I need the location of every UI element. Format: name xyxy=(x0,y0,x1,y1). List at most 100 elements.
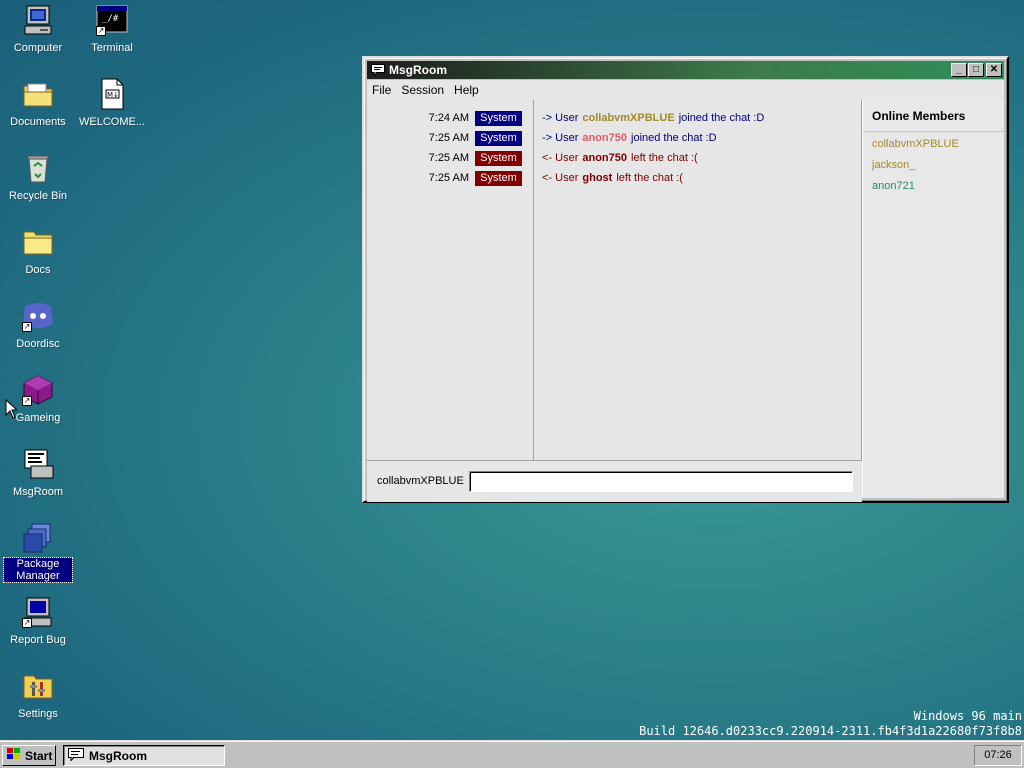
shortcut-arrow-icon: ↗ xyxy=(22,618,32,628)
menu-file[interactable]: File xyxy=(367,83,396,97)
folder-documents-icon xyxy=(22,78,54,110)
taskbar-item-msgroom[interactable]: MsgRoom xyxy=(63,745,225,766)
shortcut-arrow-icon: ↗ xyxy=(22,322,32,332)
message-text: left the chat :( xyxy=(631,152,698,164)
svg-text:M↓: M↓ xyxy=(107,91,119,99)
game-cube-icon: ↗ xyxy=(22,374,54,406)
recycle-bin-icon xyxy=(22,152,54,184)
desktop-icon-docs[interactable]: Docs xyxy=(1,226,75,276)
online-members-panel: Online Members collabvmXPBLUE jackson_ a… xyxy=(862,100,1004,498)
message-text: joined the chat :D xyxy=(631,132,717,144)
start-button[interactable]: Start xyxy=(2,745,56,766)
message-prefix: <- User xyxy=(542,172,579,184)
desktop-icon-label: Docs xyxy=(25,264,51,276)
members-title: Online Members xyxy=(863,100,1004,132)
start-label: Start xyxy=(25,748,53,763)
computer-icon xyxy=(22,4,54,36)
minimize-button[interactable]: _ xyxy=(951,63,967,77)
desktop-icon-recycle-bin[interactable]: Recycle Bin xyxy=(1,152,75,202)
svg-text:_/#: _/# xyxy=(102,14,119,24)
message-time: 7:25 AM xyxy=(428,172,469,184)
message-prefix: <- User xyxy=(542,152,579,164)
menu-help[interactable]: Help xyxy=(449,83,484,97)
desktop-icon-label: Package Manager xyxy=(3,557,73,583)
close-button[interactable]: ✕ xyxy=(986,63,1002,77)
desktop-icon-report-bug[interactable]: ↗ Report Bug xyxy=(1,596,75,646)
doordisc-icon: ↗ xyxy=(22,300,54,332)
desktop-icon-welcome[interactable]: M↓ WELCOME... xyxy=(75,78,149,128)
build-info-line1: Windows 96 main xyxy=(913,709,1022,723)
shortcut-arrow-icon: ↗ xyxy=(22,396,32,406)
current-username: collabvmXPBLUE xyxy=(377,475,464,487)
window-titlebar[interactable]: MsgRoom _ □ ✕ xyxy=(367,61,1004,79)
taskbar-item-label: MsgRoom xyxy=(89,748,147,763)
msgroom-icon xyxy=(22,448,54,480)
message-row: <- User ghost left the chat :( xyxy=(534,168,861,188)
message-user: anon750 xyxy=(582,152,628,164)
desktop-icon-label: Doordisc xyxy=(16,338,60,350)
message-time: 7:25 AM xyxy=(428,152,469,164)
taskbar-clock[interactable]: 07:26 xyxy=(974,745,1022,766)
sender-badge: System xyxy=(475,130,522,146)
desktop-icon-package-manager[interactable]: Package Manager xyxy=(1,522,75,583)
message-prefix: -> User xyxy=(542,132,579,144)
desktop-icon-label: Settings xyxy=(18,708,58,720)
desktop-icon-documents[interactable]: Documents xyxy=(1,78,75,128)
sender-badge: System xyxy=(475,150,522,166)
message-text: joined the chat :D xyxy=(678,112,765,124)
desktop-icon-msgroom[interactable]: MsgRoom xyxy=(1,448,75,498)
timestamp-row: 7:25 AM System xyxy=(367,168,533,188)
folder-icon xyxy=(22,226,54,258)
menu-session[interactable]: Session xyxy=(396,83,449,97)
desktop-icon-doordisc[interactable]: ↗ Doordisc xyxy=(1,300,75,350)
desktop-icon-label: Gameing xyxy=(15,412,61,424)
message-list: -> User collabvmXPBLUE joined the chat :… xyxy=(534,100,862,460)
desktop-icon-label: MsgRoom xyxy=(12,486,64,498)
desktop-icon-settings[interactable]: Settings xyxy=(1,670,75,720)
desktop-icon-label: Report Bug xyxy=(10,634,66,646)
settings-icon xyxy=(22,670,54,702)
member-item[interactable]: anon721 xyxy=(863,176,1004,197)
message-timestamp-column: 7:24 AM System 7:25 AM System 7:25 AM Sy… xyxy=(367,100,534,460)
desktop-icon-label: Recycle Bin xyxy=(8,190,68,202)
desktop-icon-label: Terminal xyxy=(91,42,133,54)
message-user: anon750 xyxy=(582,132,628,144)
desktop-icon-computer[interactable]: Computer xyxy=(1,4,75,54)
desktop-icon-label: Documents xyxy=(10,116,66,128)
menubar: File Session Help xyxy=(367,80,1004,100)
timestamp-row: 7:25 AM System xyxy=(367,148,533,168)
chat-bubble-icon xyxy=(371,64,385,77)
message-input-bar: collabvmXPBLUE xyxy=(367,460,862,502)
message-row: -> User collabvmXPBLUE joined the chat :… xyxy=(534,108,861,128)
windows-logo-icon xyxy=(6,747,22,764)
report-bug-icon: ↗ xyxy=(22,596,54,628)
mouse-cursor-icon xyxy=(5,398,19,422)
package-manager-icon xyxy=(22,522,54,554)
desktop-icon-terminal[interactable]: _/# ↗ Terminal xyxy=(75,4,149,54)
message-time: 7:24 AM xyxy=(428,112,469,124)
timestamp-row: 7:25 AM System xyxy=(367,128,533,148)
markdown-file-icon: M↓ xyxy=(96,78,128,110)
shortcut-arrow-icon: ↗ xyxy=(96,26,106,36)
message-row: -> User anon750 joined the chat :D xyxy=(534,128,861,148)
message-time: 7:25 AM xyxy=(428,132,469,144)
sender-badge: System xyxy=(475,110,522,126)
message-prefix: -> User xyxy=(542,112,579,124)
message-row: <- User anon750 left the chat :( xyxy=(534,148,861,168)
sender-badge: System xyxy=(475,170,522,186)
message-text: left the chat :( xyxy=(616,172,683,184)
timestamp-row: 7:24 AM System xyxy=(367,108,533,128)
msgroom-window[interactable]: MsgRoom _ □ ✕ File Session Help 7:24 AM … xyxy=(362,56,1009,503)
message-user: collabvmXPBLUE xyxy=(582,112,675,124)
build-info-line2: Build 12646.d0233cc9.220914-2311.fb4f3d1… xyxy=(639,724,1022,738)
member-item[interactable]: jackson_ xyxy=(863,155,1004,176)
terminal-icon: _/# ↗ xyxy=(96,4,128,36)
chat-bubble-icon xyxy=(68,747,84,764)
maximize-button[interactable]: □ xyxy=(968,63,984,77)
member-item[interactable]: collabvmXPBLUE xyxy=(863,134,1004,155)
chat-client-area: 7:24 AM System 7:25 AM System 7:25 AM Sy… xyxy=(367,100,1004,502)
message-input[interactable] xyxy=(469,471,853,492)
message-user: ghost xyxy=(582,172,613,184)
desktop-icon-label: WELCOME... xyxy=(78,116,145,128)
desktop-icon-label: Computer xyxy=(13,42,63,54)
